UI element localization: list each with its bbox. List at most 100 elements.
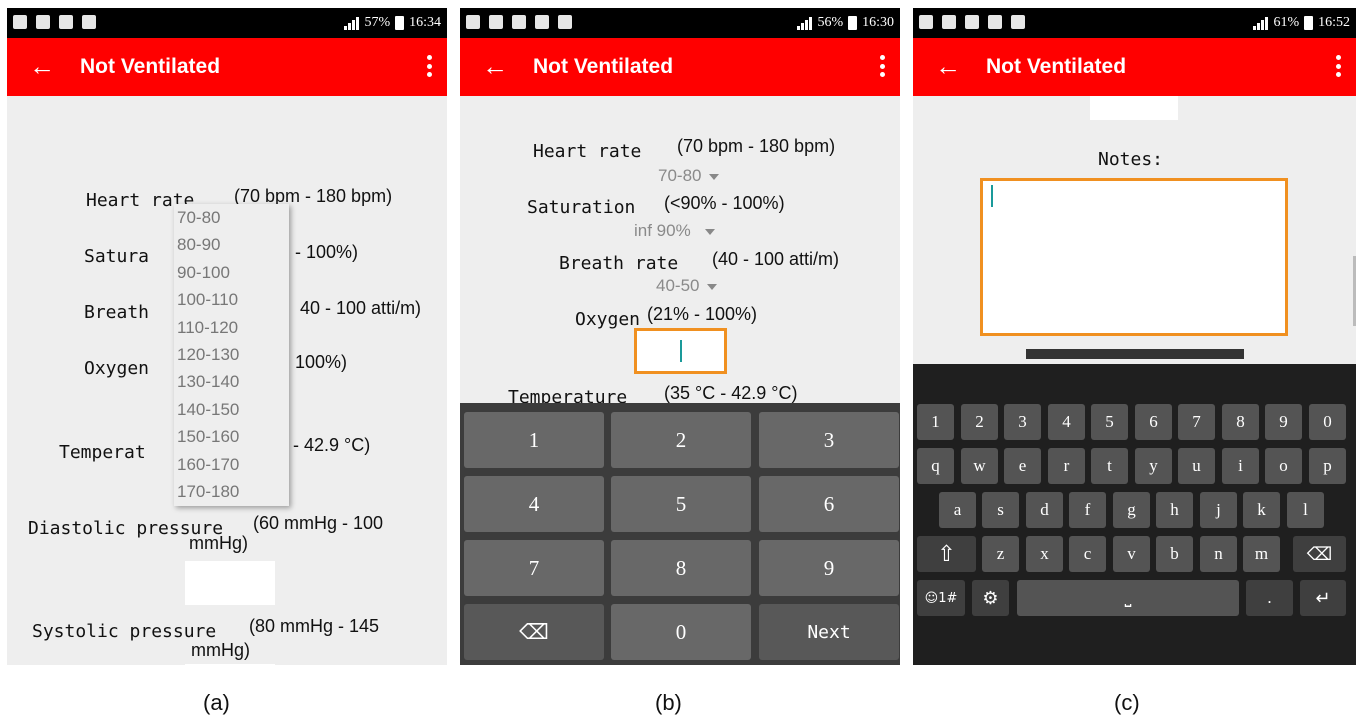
next-button[interactable]: Next: [759, 604, 899, 660]
key-e[interactable]: e: [1004, 448, 1041, 484]
key-8[interactable]: 8: [611, 540, 751, 596]
dropdown-option[interactable]: 120-130: [174, 341, 289, 368]
symbols-key[interactable]: ☺1#: [917, 580, 965, 616]
key-z[interactable]: z: [982, 536, 1019, 572]
key-d[interactable]: d: [1026, 492, 1063, 528]
key-w[interactable]: w: [961, 448, 998, 484]
android-icon: [1011, 15, 1025, 29]
breath-spinner[interactable]: 40-50: [656, 276, 718, 296]
overflow-menu-icon[interactable]: [427, 55, 433, 77]
key-7[interactable]: 7: [464, 540, 604, 596]
dropdown-option[interactable]: 160-170: [174, 451, 289, 478]
key-1[interactable]: 1: [464, 412, 604, 468]
app-title: Not Ventilated: [986, 55, 1127, 78]
form: Heart rate (70 bpm - 180 bpm) Satura - 1…: [7, 96, 447, 665]
key-m[interactable]: m: [1243, 536, 1280, 572]
key-0[interactable]: 0: [1309, 404, 1346, 440]
key-9[interactable]: 9: [1265, 404, 1302, 440]
previous-input[interactable]: [1090, 96, 1178, 120]
back-arrow-icon[interactable]: ←: [482, 52, 508, 80]
clock: 16:30: [862, 15, 894, 30]
back-arrow-icon[interactable]: ←: [29, 52, 55, 80]
dropdown-option[interactable]: 80-90: [174, 231, 289, 258]
dropdown-option[interactable]: 70-80: [174, 204, 289, 231]
dropdown-option[interactable]: 170-180: [174, 478, 289, 505]
key-y[interactable]: y: [1135, 448, 1172, 484]
key-5[interactable]: 5: [1091, 404, 1128, 440]
key-p[interactable]: p: [1309, 448, 1346, 484]
caption-a: (a): [203, 690, 230, 715]
key-x[interactable]: x: [1026, 536, 1063, 572]
space-bar[interactable]: ⎵: [1017, 580, 1239, 616]
scrollbar[interactable]: [1353, 256, 1356, 326]
backspace-icon[interactable]: ⌫: [464, 604, 604, 660]
key-2[interactable]: 2: [611, 412, 751, 468]
key-n[interactable]: n: [1200, 536, 1237, 572]
notification-icons: [13, 15, 96, 29]
key-o[interactable]: o: [1265, 448, 1302, 484]
period-key[interactable]: .: [1246, 580, 1293, 616]
key-g[interactable]: g: [1113, 492, 1150, 528]
breath-label: Breath: [84, 302, 150, 323]
heart-rate-spinner[interactable]: 70-80: [658, 166, 720, 186]
key-v[interactable]: v: [1113, 536, 1150, 572]
notes-textarea[interactable]: [980, 178, 1288, 336]
enter-icon[interactable]: ↵: [1300, 580, 1346, 616]
key-l[interactable]: l: [1287, 492, 1324, 528]
key-i[interactable]: i: [1222, 448, 1259, 484]
key-k[interactable]: k: [1243, 492, 1280, 528]
key-q[interactable]: q: [917, 448, 954, 484]
status-bar: 61% 16:52: [913, 8, 1356, 38]
heart-rate-dropdown[interactable]: 70-80 80-90 90-100 100-110 110-120 120-1…: [174, 204, 289, 506]
key-2[interactable]: 2: [961, 404, 998, 440]
key-1[interactable]: 1: [917, 404, 954, 440]
key-0[interactable]: 0: [611, 604, 751, 660]
image-icon: [942, 15, 956, 29]
key-4[interactable]: 4: [464, 476, 604, 532]
key-8[interactable]: 8: [1222, 404, 1259, 440]
battery-icon: [1304, 16, 1314, 30]
key-4[interactable]: 4: [1048, 404, 1085, 440]
dropdown-option[interactable]: 130-140: [174, 368, 289, 395]
battery-percent: 57%: [364, 15, 391, 30]
dropdown-option[interactable]: 150-160: [174, 423, 289, 450]
key-f[interactable]: f: [1069, 492, 1106, 528]
key-t[interactable]: t: [1091, 448, 1128, 484]
key-a[interactable]: a: [939, 492, 976, 528]
oxygen-range: (21% - 100%): [647, 304, 758, 324]
diastolic-input[interactable]: [185, 561, 275, 605]
saturation-range: - 100%): [295, 242, 359, 262]
dropdown-option[interactable]: 110-120: [174, 314, 289, 341]
oxygen-input[interactable]: [634, 328, 727, 374]
key-u[interactable]: u: [1178, 448, 1215, 484]
key-9[interactable]: 9: [759, 540, 899, 596]
key-6[interactable]: 6: [1135, 404, 1172, 440]
key-3[interactable]: 3: [759, 412, 899, 468]
app-title: Not Ventilated: [80, 55, 221, 78]
key-r[interactable]: r: [1048, 448, 1085, 484]
battery-percent: 61%: [1273, 15, 1300, 30]
key-c[interactable]: c: [1069, 536, 1106, 572]
diastolic-range: (60 mmHg - 100: [253, 513, 384, 533]
saturation-spinner[interactable]: inf 90%: [634, 221, 715, 241]
dropdown-option[interactable]: 140-150: [174, 396, 289, 423]
dropdown-option[interactable]: 100-110: [174, 286, 289, 313]
breath-range: (40 - 100 atti/m): [712, 249, 840, 269]
key-s[interactable]: s: [982, 492, 1019, 528]
key-5[interactable]: 5: [611, 476, 751, 532]
overflow-menu-icon[interactable]: [1336, 55, 1342, 77]
backspace-icon[interactable]: ⌫: [1293, 536, 1346, 572]
key-6[interactable]: 6: [759, 476, 899, 532]
key-b[interactable]: b: [1156, 536, 1193, 572]
dropdown-option[interactable]: 90-100: [174, 259, 289, 286]
status-bar: 57% 16:34: [7, 8, 447, 38]
key-j[interactable]: j: [1200, 492, 1237, 528]
overflow-menu-icon[interactable]: [880, 55, 886, 77]
systolic-input[interactable]: [185, 664, 275, 665]
key-h[interactable]: h: [1156, 492, 1193, 528]
key-3[interactable]: 3: [1004, 404, 1041, 440]
back-arrow-icon[interactable]: ←: [935, 52, 961, 80]
key-7[interactable]: 7: [1178, 404, 1215, 440]
settings-gear-icon[interactable]: ⚙: [972, 580, 1009, 616]
shift-icon[interactable]: ⇧: [917, 536, 976, 572]
